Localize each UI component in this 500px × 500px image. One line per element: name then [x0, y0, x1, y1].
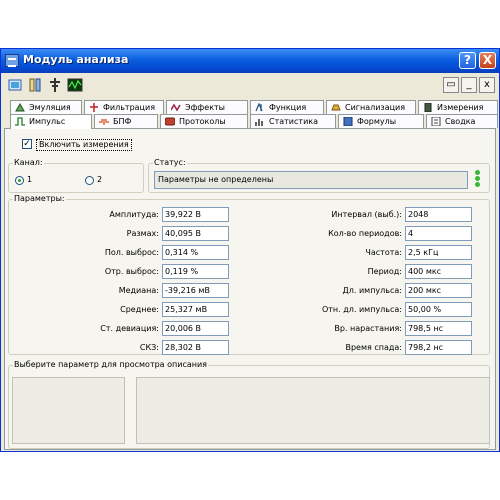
tab-emulation[interactable]: Эмуляция	[10, 100, 82, 114]
effects-icon	[171, 103, 181, 112]
screen-icon[interactable]	[7, 77, 23, 93]
minimize-button[interactable]: _	[461, 77, 477, 93]
status-title: Статус:	[153, 158, 187, 168]
emulation-icon	[15, 103, 25, 112]
window-title: Модуль анализа	[23, 53, 129, 66]
tab-formulas[interactable]: Формулы	[338, 114, 424, 128]
param-label[interactable]: СКЗ:	[59, 341, 159, 355]
waveform-icon[interactable]	[67, 77, 83, 93]
param-label[interactable]: Пол. выброс:	[59, 246, 159, 260]
tab-statistics[interactable]: Статистика	[250, 114, 336, 128]
protocols-icon	[165, 117, 175, 126]
channel-title: Канал:	[13, 158, 44, 168]
param-label[interactable]: Отр. выброс:	[59, 265, 159, 279]
summary-icon	[431, 117, 441, 126]
param-value-field[interactable]: 200 мкс	[405, 283, 472, 298]
param-label[interactable]: Дл. импульса:	[302, 284, 402, 298]
tab-filtering[interactable]: Фильтрация	[84, 100, 164, 114]
tab-pulse[interactable]: Импульс	[10, 114, 92, 129]
param-label[interactable]: Период:	[302, 265, 402, 279]
status-led-icon	[475, 170, 481, 190]
formulas-icon	[343, 117, 353, 126]
description-title: Выберите параметр для просмотра описания	[13, 360, 208, 370]
param-label[interactable]: Медиана:	[59, 284, 159, 298]
tab-effects[interactable]: Эффекты	[166, 100, 248, 114]
param-value-field[interactable]: 798,5 нс	[405, 321, 472, 336]
param-value-field[interactable]: 0,119 %	[162, 264, 229, 279]
channel-1-radio[interactable]	[15, 176, 24, 185]
param-label[interactable]: Размах:	[59, 227, 159, 241]
param-value-field[interactable]: -39,216 мВ	[162, 283, 229, 298]
param-label[interactable]: Среднее:	[59, 303, 159, 317]
title-bar[interactable]: Модуль анализа ? X	[1, 49, 499, 73]
channel-2-radio[interactable]	[85, 176, 94, 185]
param-value-field[interactable]: 40,095 В	[162, 226, 229, 241]
tab-fft[interactable]: БПФ	[94, 114, 158, 128]
param-value-field[interactable]: 798,2 нс	[405, 340, 472, 355]
param-value-field[interactable]: 2048	[405, 207, 472, 222]
filter-icon	[90, 103, 98, 112]
enable-measurements-checkbox[interactable]: ✓	[22, 139, 32, 149]
toolbar-close-button[interactable]: x	[479, 77, 495, 93]
columns-icon[interactable]	[27, 77, 43, 93]
param-value-field[interactable]: 39,922 В	[162, 207, 229, 222]
statistics-icon	[255, 119, 263, 126]
app-icon	[5, 54, 19, 67]
param-label[interactable]: Интервал (выб.):	[302, 208, 402, 222]
param-value-field[interactable]: 28,302 В	[162, 340, 229, 355]
param-label[interactable]: Амплитуда:	[59, 208, 159, 222]
description-text-box	[136, 377, 490, 444]
param-value-field[interactable]: 400 мкс	[405, 264, 472, 279]
tab-summary[interactable]: Сводка	[426, 114, 498, 128]
param-label[interactable]: Отн. дл. импульса:	[302, 303, 402, 317]
param-value-field[interactable]: 0,314 %	[162, 245, 229, 260]
enable-measurements-label[interactable]: Включить измерения	[36, 139, 132, 151]
signaling-icon	[331, 104, 341, 111]
function-icon	[255, 103, 263, 112]
param-label[interactable]: Частота:	[302, 246, 402, 260]
pulse-icon	[15, 117, 25, 126]
param-value-field[interactable]: 50,00 %	[405, 302, 472, 317]
tab-signaling[interactable]: Сигнализация	[326, 100, 416, 114]
param-value-field[interactable]: 4	[405, 226, 472, 241]
param-value-field[interactable]: 25,327 мВ	[162, 302, 229, 317]
close-button[interactable]: X	[479, 52, 496, 69]
measurements-icon	[424, 103, 432, 112]
channel-1-label[interactable]: 1	[27, 175, 32, 184]
param-label[interactable]: Вр. нарастания:	[302, 322, 402, 336]
description-param-box	[12, 377, 125, 444]
fft-icon	[99, 119, 109, 125]
tab-protocols[interactable]: Протоколы	[160, 114, 248, 128]
parameters-title: Параметры:	[13, 194, 66, 204]
param-value-field[interactable]: 2,5 кГц	[405, 245, 472, 260]
tabs-row-bottom: Импульс БПФ Протоколы Статистика Формулы…	[6, 114, 498, 129]
param-label[interactable]: Время спада:	[302, 341, 402, 355]
restore-button[interactable]: ▭	[443, 77, 459, 93]
channel-2-label[interactable]: 2	[97, 175, 102, 184]
status-field: Параметры не определены	[154, 171, 468, 189]
probe-icon[interactable]	[47, 77, 63, 93]
channel-group: Канал: 1 2	[8, 158, 144, 193]
tab-measurements[interactable]: Измерения	[418, 100, 498, 114]
tabs-row-top: Эмуляция Фильтрация Эффекты Функция Сигн…	[6, 100, 498, 114]
tab-function[interactable]: Функция	[250, 100, 324, 114]
param-label[interactable]: Ст. девиация:	[59, 322, 159, 336]
param-label[interactable]: Кол-во периодов:	[302, 227, 402, 241]
toolbar: ▭ _ x	[5, 77, 495, 95]
param-value-field[interactable]: 20,006 В	[162, 321, 229, 336]
help-button[interactable]: ?	[459, 52, 476, 69]
